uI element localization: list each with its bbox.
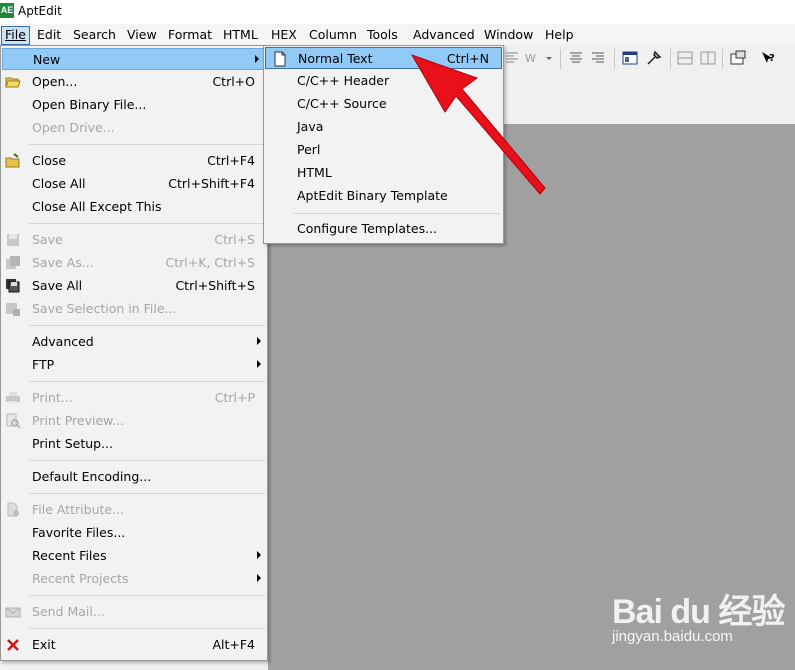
- watermark-brand: Bai du 经验: [612, 593, 785, 631]
- baidu-watermark: Bai du 经验 jingyan.baidu.com: [612, 584, 787, 654]
- watermark-url: jingyan.baidu.com: [612, 628, 733, 645]
- annotation-arrow-icon: [410, 54, 546, 195]
